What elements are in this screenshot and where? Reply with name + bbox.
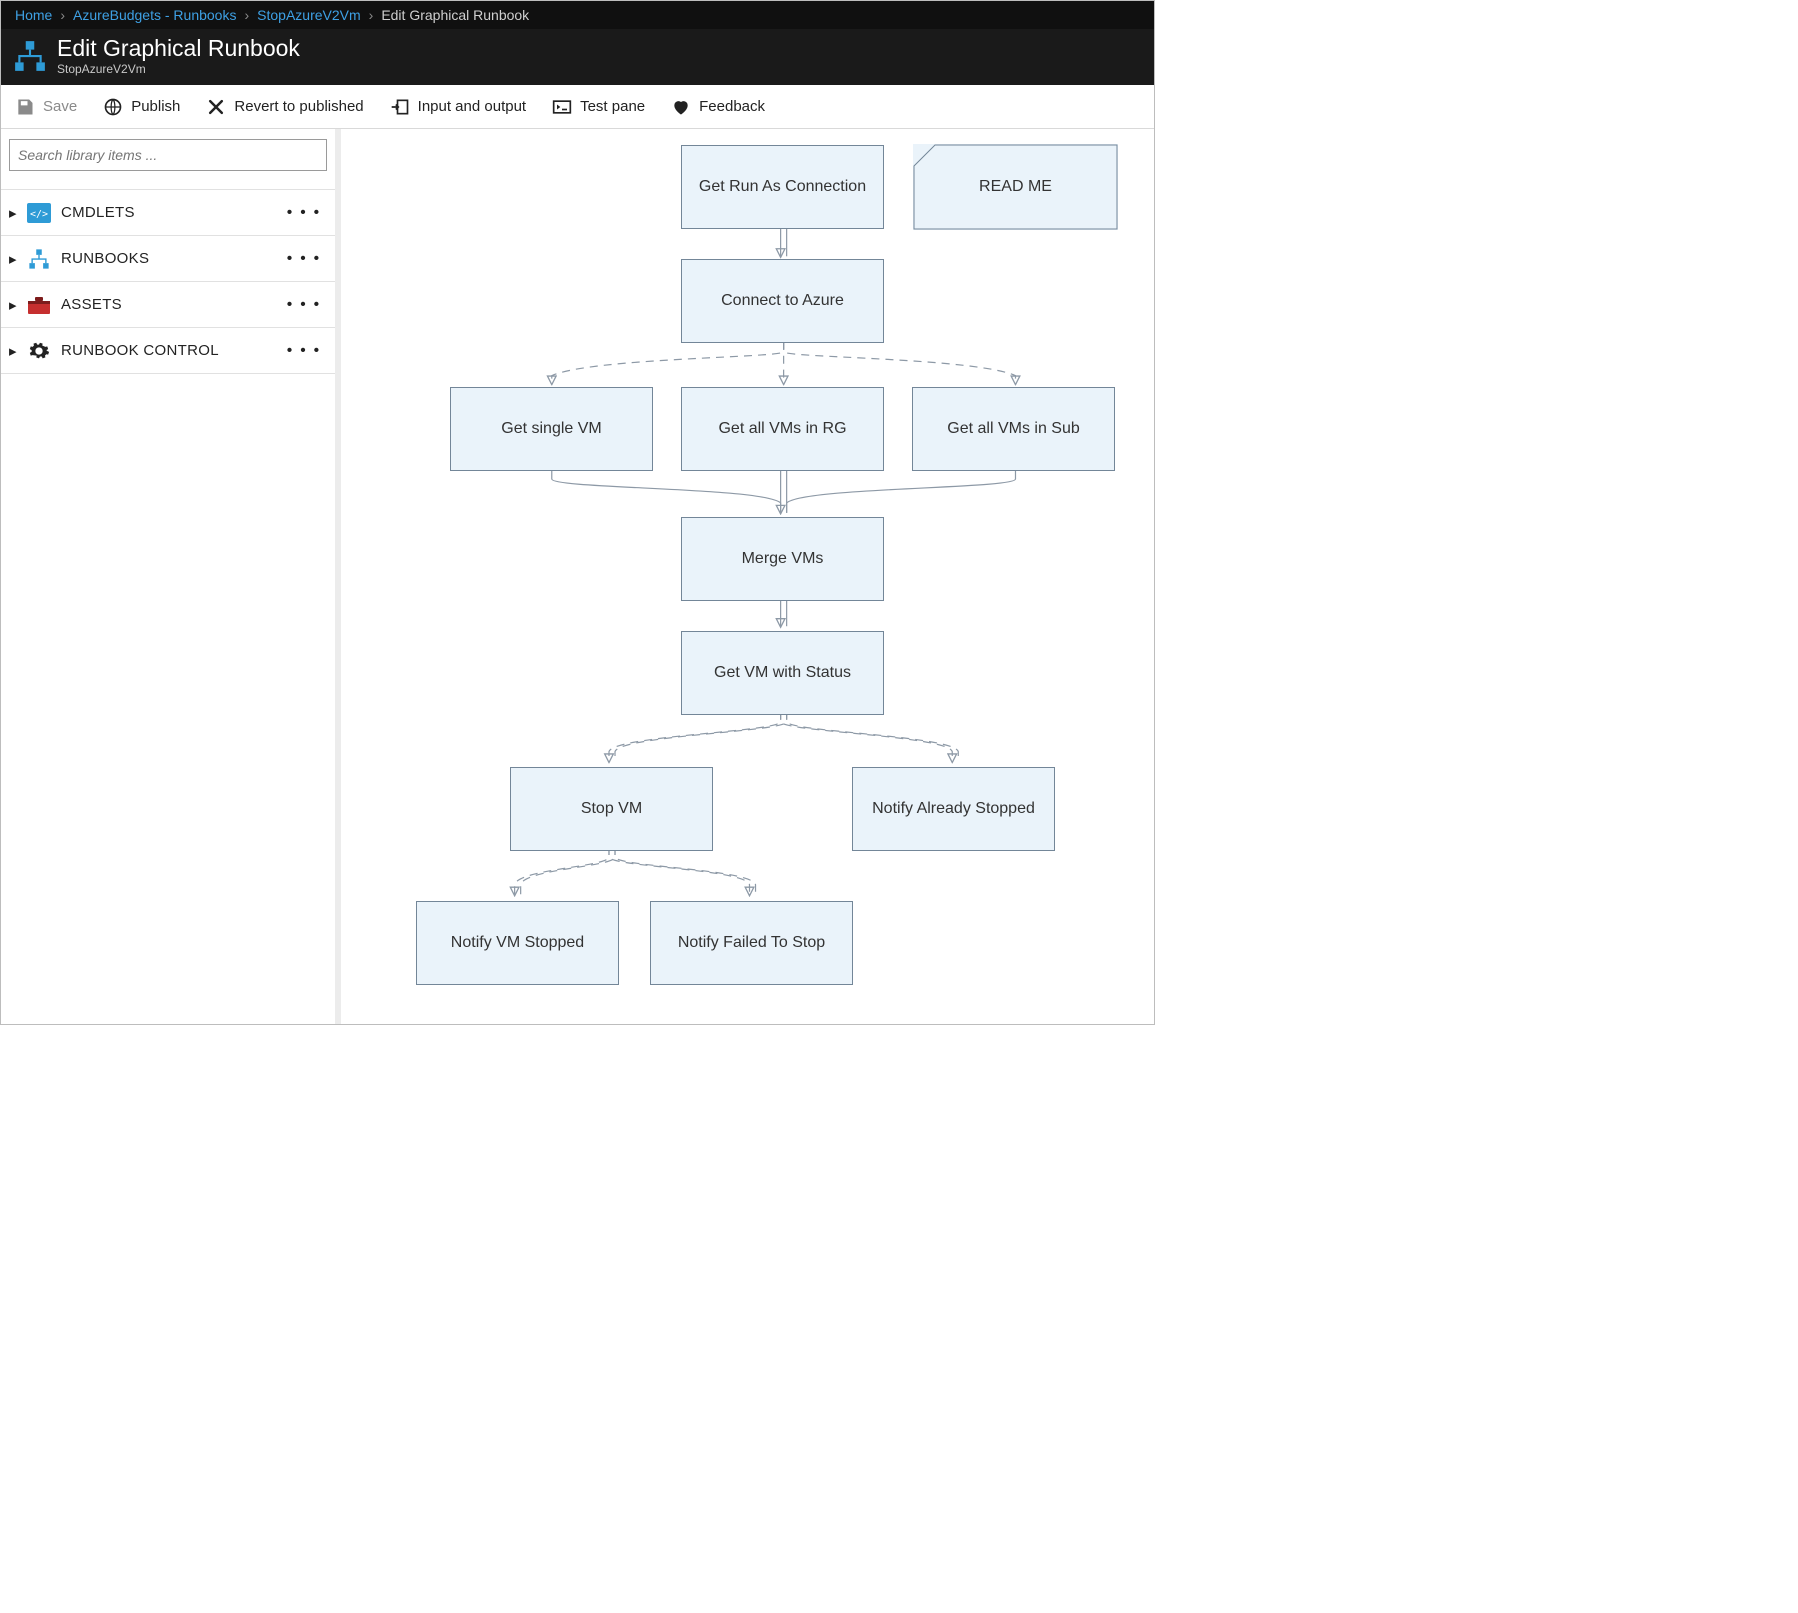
breadcrumb-runbook-name[interactable]: StopAzureV2Vm	[257, 7, 361, 23]
chevron-right-icon: ›	[244, 7, 249, 23]
node-get-all-vms-in-sub[interactable]: Get all VMs in Sub	[912, 387, 1115, 471]
runbook-icon	[13, 39, 47, 73]
publish-label: Publish	[131, 98, 180, 115]
runbook-canvas[interactable]: Get Run As Connection READ ME Connect to…	[341, 129, 1154, 1024]
chevron-right-icon: ›	[369, 7, 374, 23]
sidebar-item-assets[interactable]: ▸ ASSETS • • •	[1, 282, 335, 328]
runbooks-icon	[25, 247, 53, 271]
search-input[interactable]	[9, 139, 327, 171]
library-sidebar: ▸ </> CMDLETS • • • ▸ RUNBOOKS • • •	[1, 129, 341, 1024]
node-connect-to-azure[interactable]: Connect to Azure	[681, 259, 884, 343]
feedback-label: Feedback	[699, 98, 765, 115]
title-bar: Edit Graphical Runbook StopAzureV2Vm	[1, 29, 1154, 85]
breadcrumb-runbooks[interactable]: AzureBudgets - Runbooks	[73, 7, 236, 23]
sidebar-item-runbooks[interactable]: ▸ RUNBOOKS • • •	[1, 236, 335, 282]
save-label: Save	[43, 98, 77, 115]
gear-icon	[25, 339, 53, 363]
sidebar-item-label: RUNBOOKS	[61, 250, 281, 267]
sidebar-item-label: ASSETS	[61, 296, 281, 313]
more-button[interactable]: • • •	[281, 296, 327, 313]
node-read-me[interactable]: READ ME	[913, 144, 1118, 230]
input-output-button[interactable]: Input and output	[390, 97, 526, 117]
assets-icon	[25, 293, 53, 317]
test-pane-button[interactable]: Test pane	[552, 97, 645, 117]
node-notify-failed-to-stop[interactable]: Notify Failed To Stop	[650, 901, 853, 985]
more-button[interactable]: • • •	[281, 342, 327, 359]
chevron-right-icon: ▸	[9, 296, 21, 314]
revert-button[interactable]: Revert to published	[206, 97, 363, 117]
node-notify-already-stopped[interactable]: Notify Already Stopped	[852, 767, 1055, 851]
input-output-icon	[390, 97, 410, 117]
node-stop-vm[interactable]: Stop VM	[510, 767, 713, 851]
save-icon	[15, 97, 35, 117]
breadcrumb: Home › AzureBudgets - Runbooks › StopAzu…	[1, 1, 1154, 29]
cmdlets-icon: </>	[25, 201, 53, 225]
sidebar-item-label: CMDLETS	[61, 204, 281, 221]
chevron-right-icon: ▸	[9, 342, 21, 360]
sidebar-item-cmdlets[interactable]: ▸ </> CMDLETS • • •	[1, 190, 335, 236]
svg-text:</>: </>	[30, 209, 48, 220]
revert-label: Revert to published	[234, 98, 363, 115]
more-button[interactable]: • • •	[281, 204, 327, 221]
more-button[interactable]: • • •	[281, 250, 327, 267]
node-get-vm-with-status[interactable]: Get VM with Status	[681, 631, 884, 715]
breadcrumb-home[interactable]: Home	[15, 7, 52, 23]
page-title: Edit Graphical Runbook	[57, 37, 300, 60]
input-output-label: Input and output	[418, 98, 526, 115]
node-merge-vms[interactable]: Merge VMs	[681, 517, 884, 601]
globe-icon	[103, 97, 123, 117]
node-get-run-as-connection[interactable]: Get Run As Connection	[681, 145, 884, 229]
toolbar: Save Publish Revert to published Input a…	[1, 85, 1154, 129]
sidebar-item-label: RUNBOOK CONTROL	[61, 342, 281, 359]
page-subtitle: StopAzureV2Vm	[57, 62, 300, 76]
publish-button[interactable]: Publish	[103, 97, 180, 117]
breadcrumb-current: Edit Graphical Runbook	[381, 7, 529, 23]
node-get-single-vm[interactable]: Get single VM	[450, 387, 653, 471]
close-icon	[206, 97, 226, 117]
save-button: Save	[15, 97, 77, 117]
sidebar-item-runbook-control[interactable]: ▸ RUNBOOK CONTROL • • •	[1, 328, 335, 374]
node-get-all-vms-in-rg[interactable]: Get all VMs in RG	[681, 387, 884, 471]
node-notify-vm-stopped[interactable]: Notify VM Stopped	[416, 901, 619, 985]
chevron-right-icon: ›	[60, 7, 65, 23]
test-pane-label: Test pane	[580, 98, 645, 115]
feedback-button[interactable]: Feedback	[671, 97, 765, 117]
heart-icon	[671, 97, 691, 117]
chevron-right-icon: ▸	[9, 250, 21, 268]
chevron-right-icon: ▸	[9, 204, 21, 222]
test-pane-icon	[552, 97, 572, 117]
node-label: READ ME	[979, 178, 1052, 196]
